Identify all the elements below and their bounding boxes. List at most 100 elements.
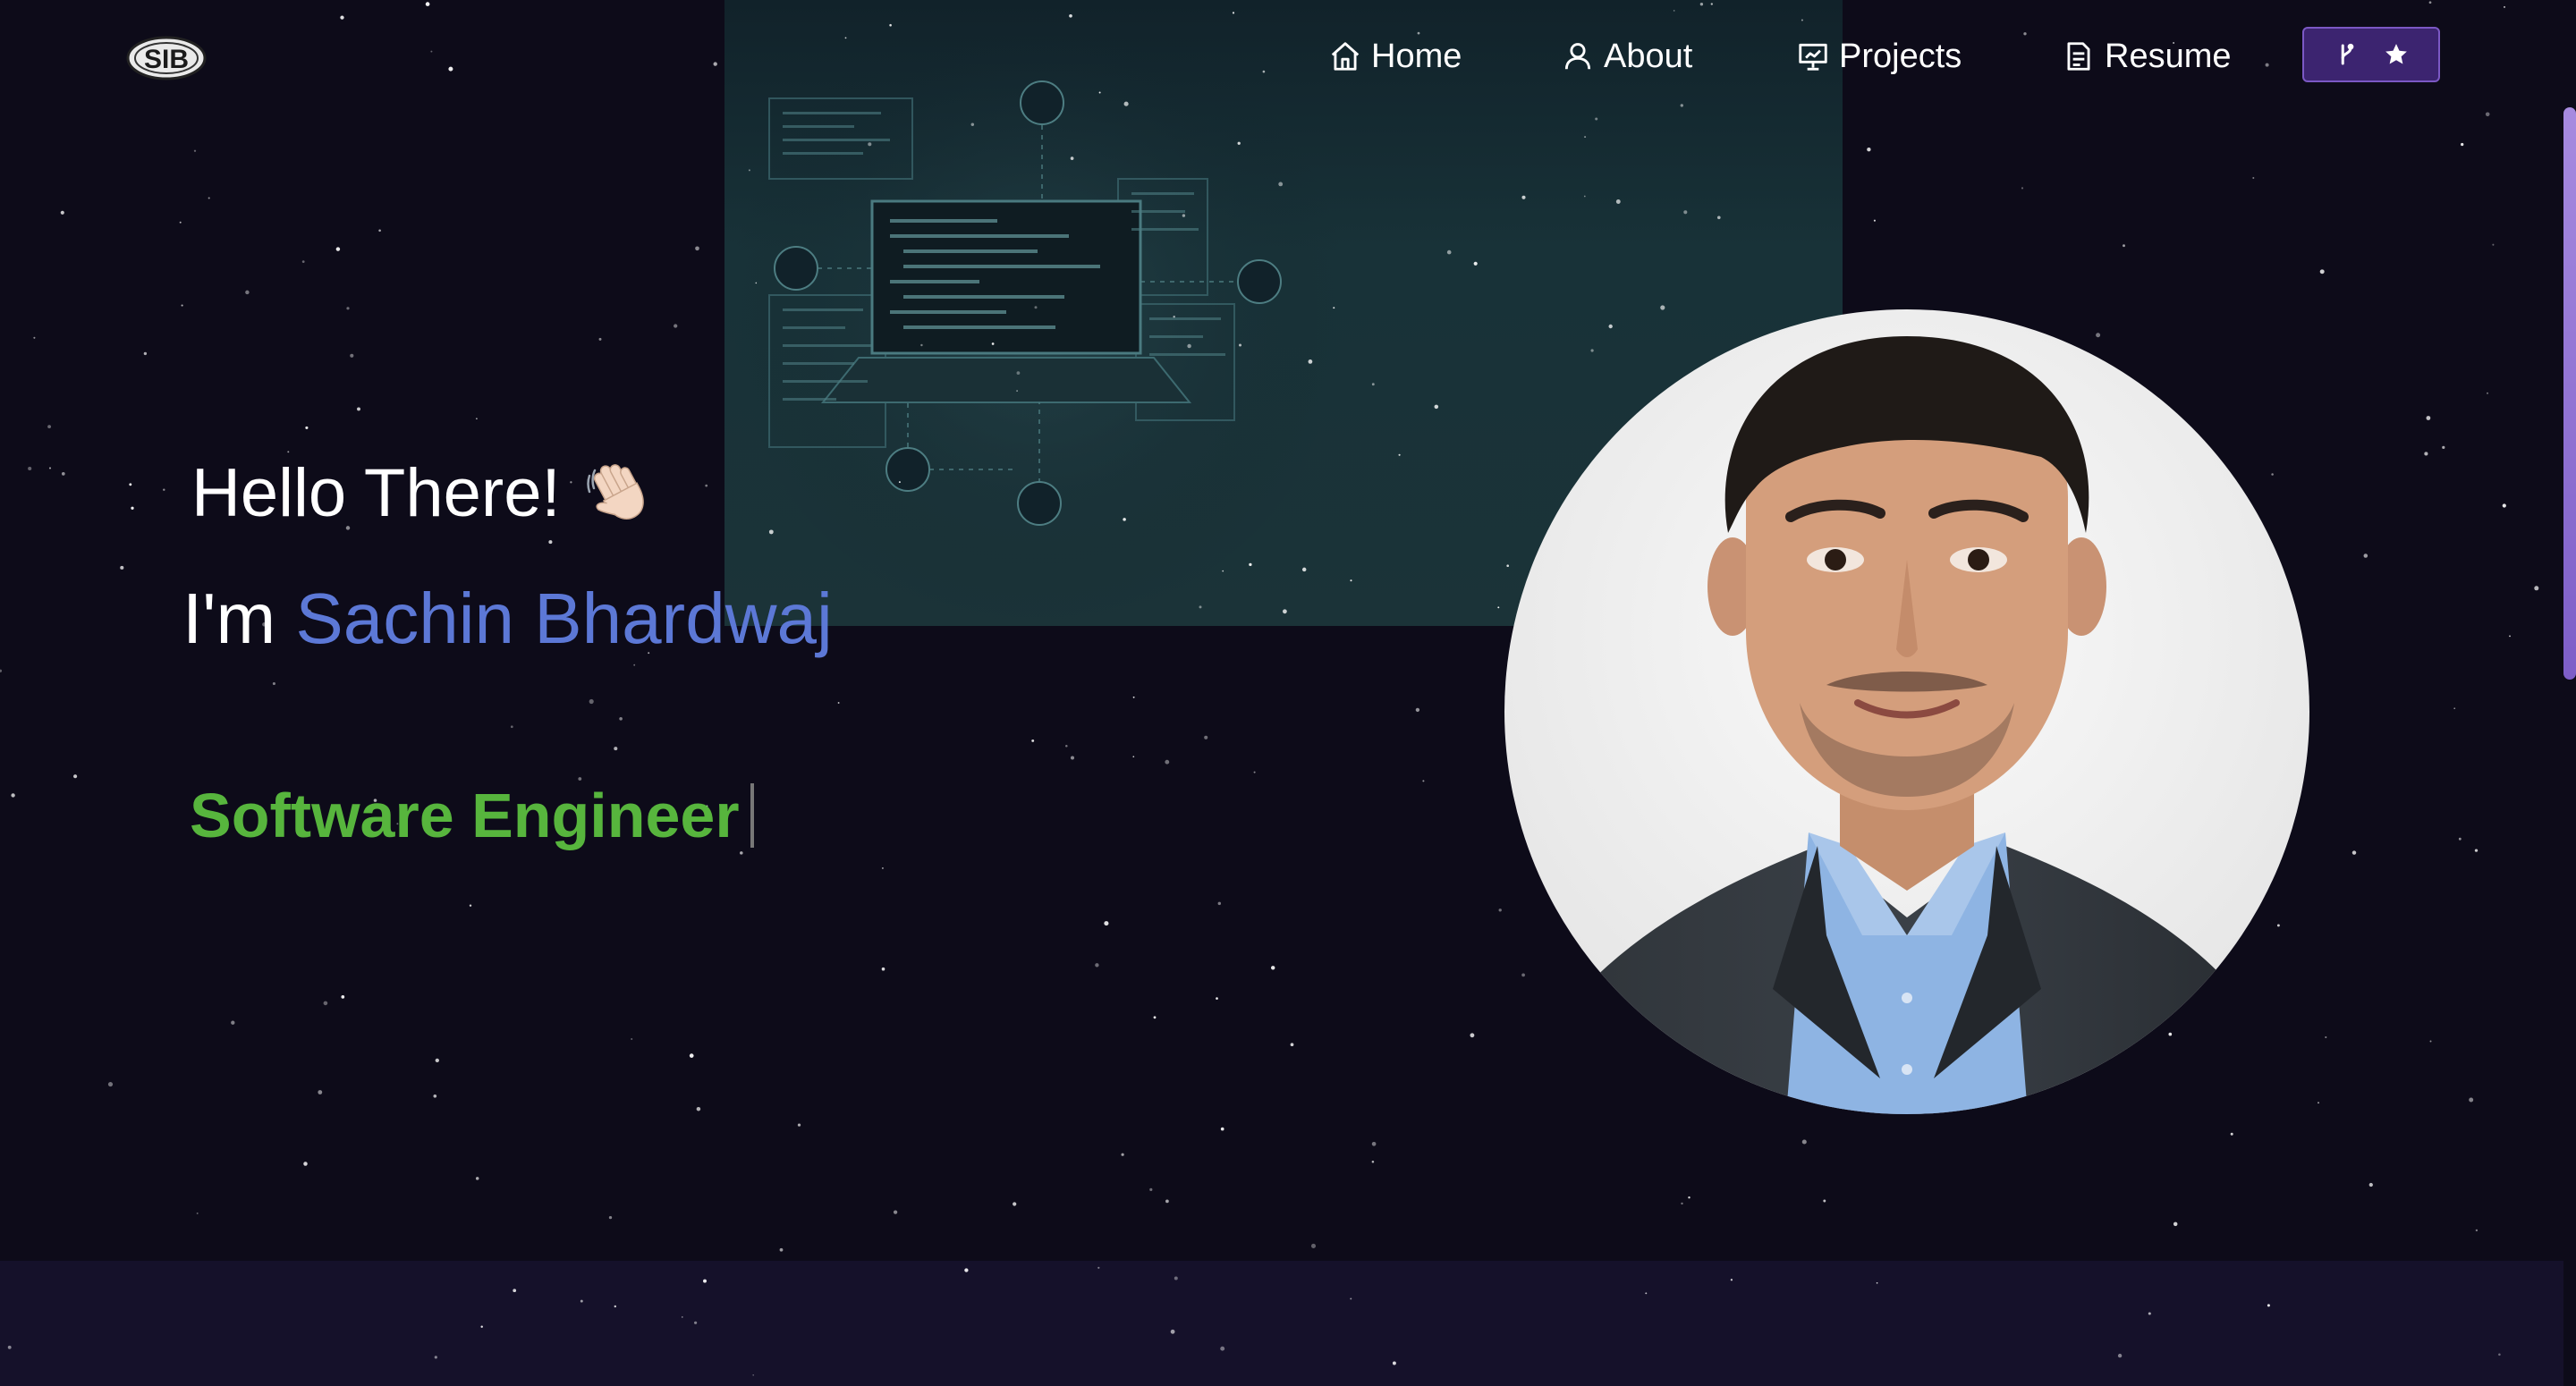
star <box>47 425 52 429</box>
star <box>1149 1187 1153 1191</box>
star <box>1216 997 1218 1000</box>
star <box>1681 1202 1683 1205</box>
star <box>2318 1102 2319 1104</box>
star <box>2442 445 2445 449</box>
star <box>179 221 182 224</box>
star <box>1065 745 1068 748</box>
star <box>1222 570 1224 572</box>
star <box>2453 707 2456 710</box>
github-fork-star-button[interactable] <box>2302 27 2440 82</box>
star <box>2271 473 2274 476</box>
star <box>475 1177 479 1180</box>
star <box>1237 141 1241 145</box>
star <box>1595 117 1598 121</box>
star <box>1132 756 1135 758</box>
star <box>2351 850 2357 855</box>
nav-item-projects[interactable]: Projects <box>1796 27 1962 86</box>
star <box>435 1058 439 1063</box>
star <box>2485 112 2490 117</box>
star <box>1238 343 1242 347</box>
home-icon <box>1328 39 1362 73</box>
star <box>2502 503 2506 508</box>
star <box>1823 1199 1826 1203</box>
user-icon <box>1561 39 1595 73</box>
star <box>868 142 872 147</box>
star <box>2117 1353 2123 1358</box>
nav-item-home[interactable]: Home <box>1328 27 1462 86</box>
star <box>1699 3 1704 6</box>
main-navbar: Home About Projects Resume <box>0 27 2576 86</box>
star <box>357 407 360 411</box>
nav-item-label: About <box>1604 37 1693 75</box>
star <box>740 851 743 855</box>
star <box>674 324 678 328</box>
star <box>1867 148 1871 152</box>
star <box>425 2 430 6</box>
star <box>2475 1229 2479 1232</box>
star <box>60 210 64 215</box>
star <box>1034 306 1038 309</box>
role-text: Software Engineer <box>190 781 740 850</box>
star <box>231 1020 235 1025</box>
star <box>1521 973 1525 977</box>
nav-item-label: Resume <box>2105 37 2232 75</box>
greeting-text: Hello There! <box>191 455 561 531</box>
star <box>1446 249 1452 255</box>
star <box>1170 1329 1175 1334</box>
star <box>340 15 344 20</box>
star <box>1392 1361 1396 1365</box>
star <box>1283 609 1287 614</box>
star <box>1278 182 1284 187</box>
star <box>2267 1304 2270 1307</box>
star <box>341 995 345 999</box>
star <box>1673 10 1675 12</box>
star <box>2252 177 2255 179</box>
star <box>755 282 758 284</box>
star <box>7 1345 12 1349</box>
fork-icon <box>2341 43 2354 65</box>
star <box>323 1001 328 1006</box>
star <box>2319 269 2325 275</box>
star <box>2487 392 2488 394</box>
star <box>689 1053 694 1058</box>
star <box>1710 3 1713 5</box>
star <box>208 197 210 199</box>
hero-intro: I'm Sachin Bhardwaj <box>182 578 833 660</box>
star <box>2492 243 2495 246</box>
star <box>1016 390 1018 392</box>
star <box>1608 324 1613 329</box>
star <box>1801 19 1803 21</box>
profile-photo <box>1504 309 2309 1114</box>
star <box>193 149 197 152</box>
star <box>598 337 602 341</box>
star <box>695 246 699 251</box>
star <box>1873 219 1876 222</box>
star <box>920 343 923 347</box>
star <box>335 247 341 251</box>
star <box>1350 579 1352 582</box>
star <box>631 1038 633 1040</box>
star <box>2168 1032 2173 1036</box>
star <box>589 698 594 705</box>
star <box>881 967 886 971</box>
typed-role-text: Software Engineer <box>190 780 754 851</box>
scrollbar-thumb[interactable] <box>2563 107 2576 680</box>
star <box>350 353 354 358</box>
star <box>619 716 623 721</box>
star <box>1220 1127 1224 1131</box>
star <box>1153 1016 1157 1019</box>
star <box>548 540 553 545</box>
star <box>1680 104 1684 107</box>
star <box>0 669 3 672</box>
star <box>1301 567 1307 572</box>
star <box>1182 214 1186 217</box>
star <box>245 290 250 295</box>
nav-item-resume[interactable]: Resume <box>2062 27 2232 86</box>
star <box>2173 1221 2178 1227</box>
star <box>1123 101 1129 106</box>
nav-item-about[interactable]: About <box>1561 27 1692 86</box>
star <box>476 418 478 420</box>
hero-name: Sachin Bhardwaj <box>295 579 833 658</box>
star <box>970 123 975 127</box>
star <box>703 1279 707 1283</box>
